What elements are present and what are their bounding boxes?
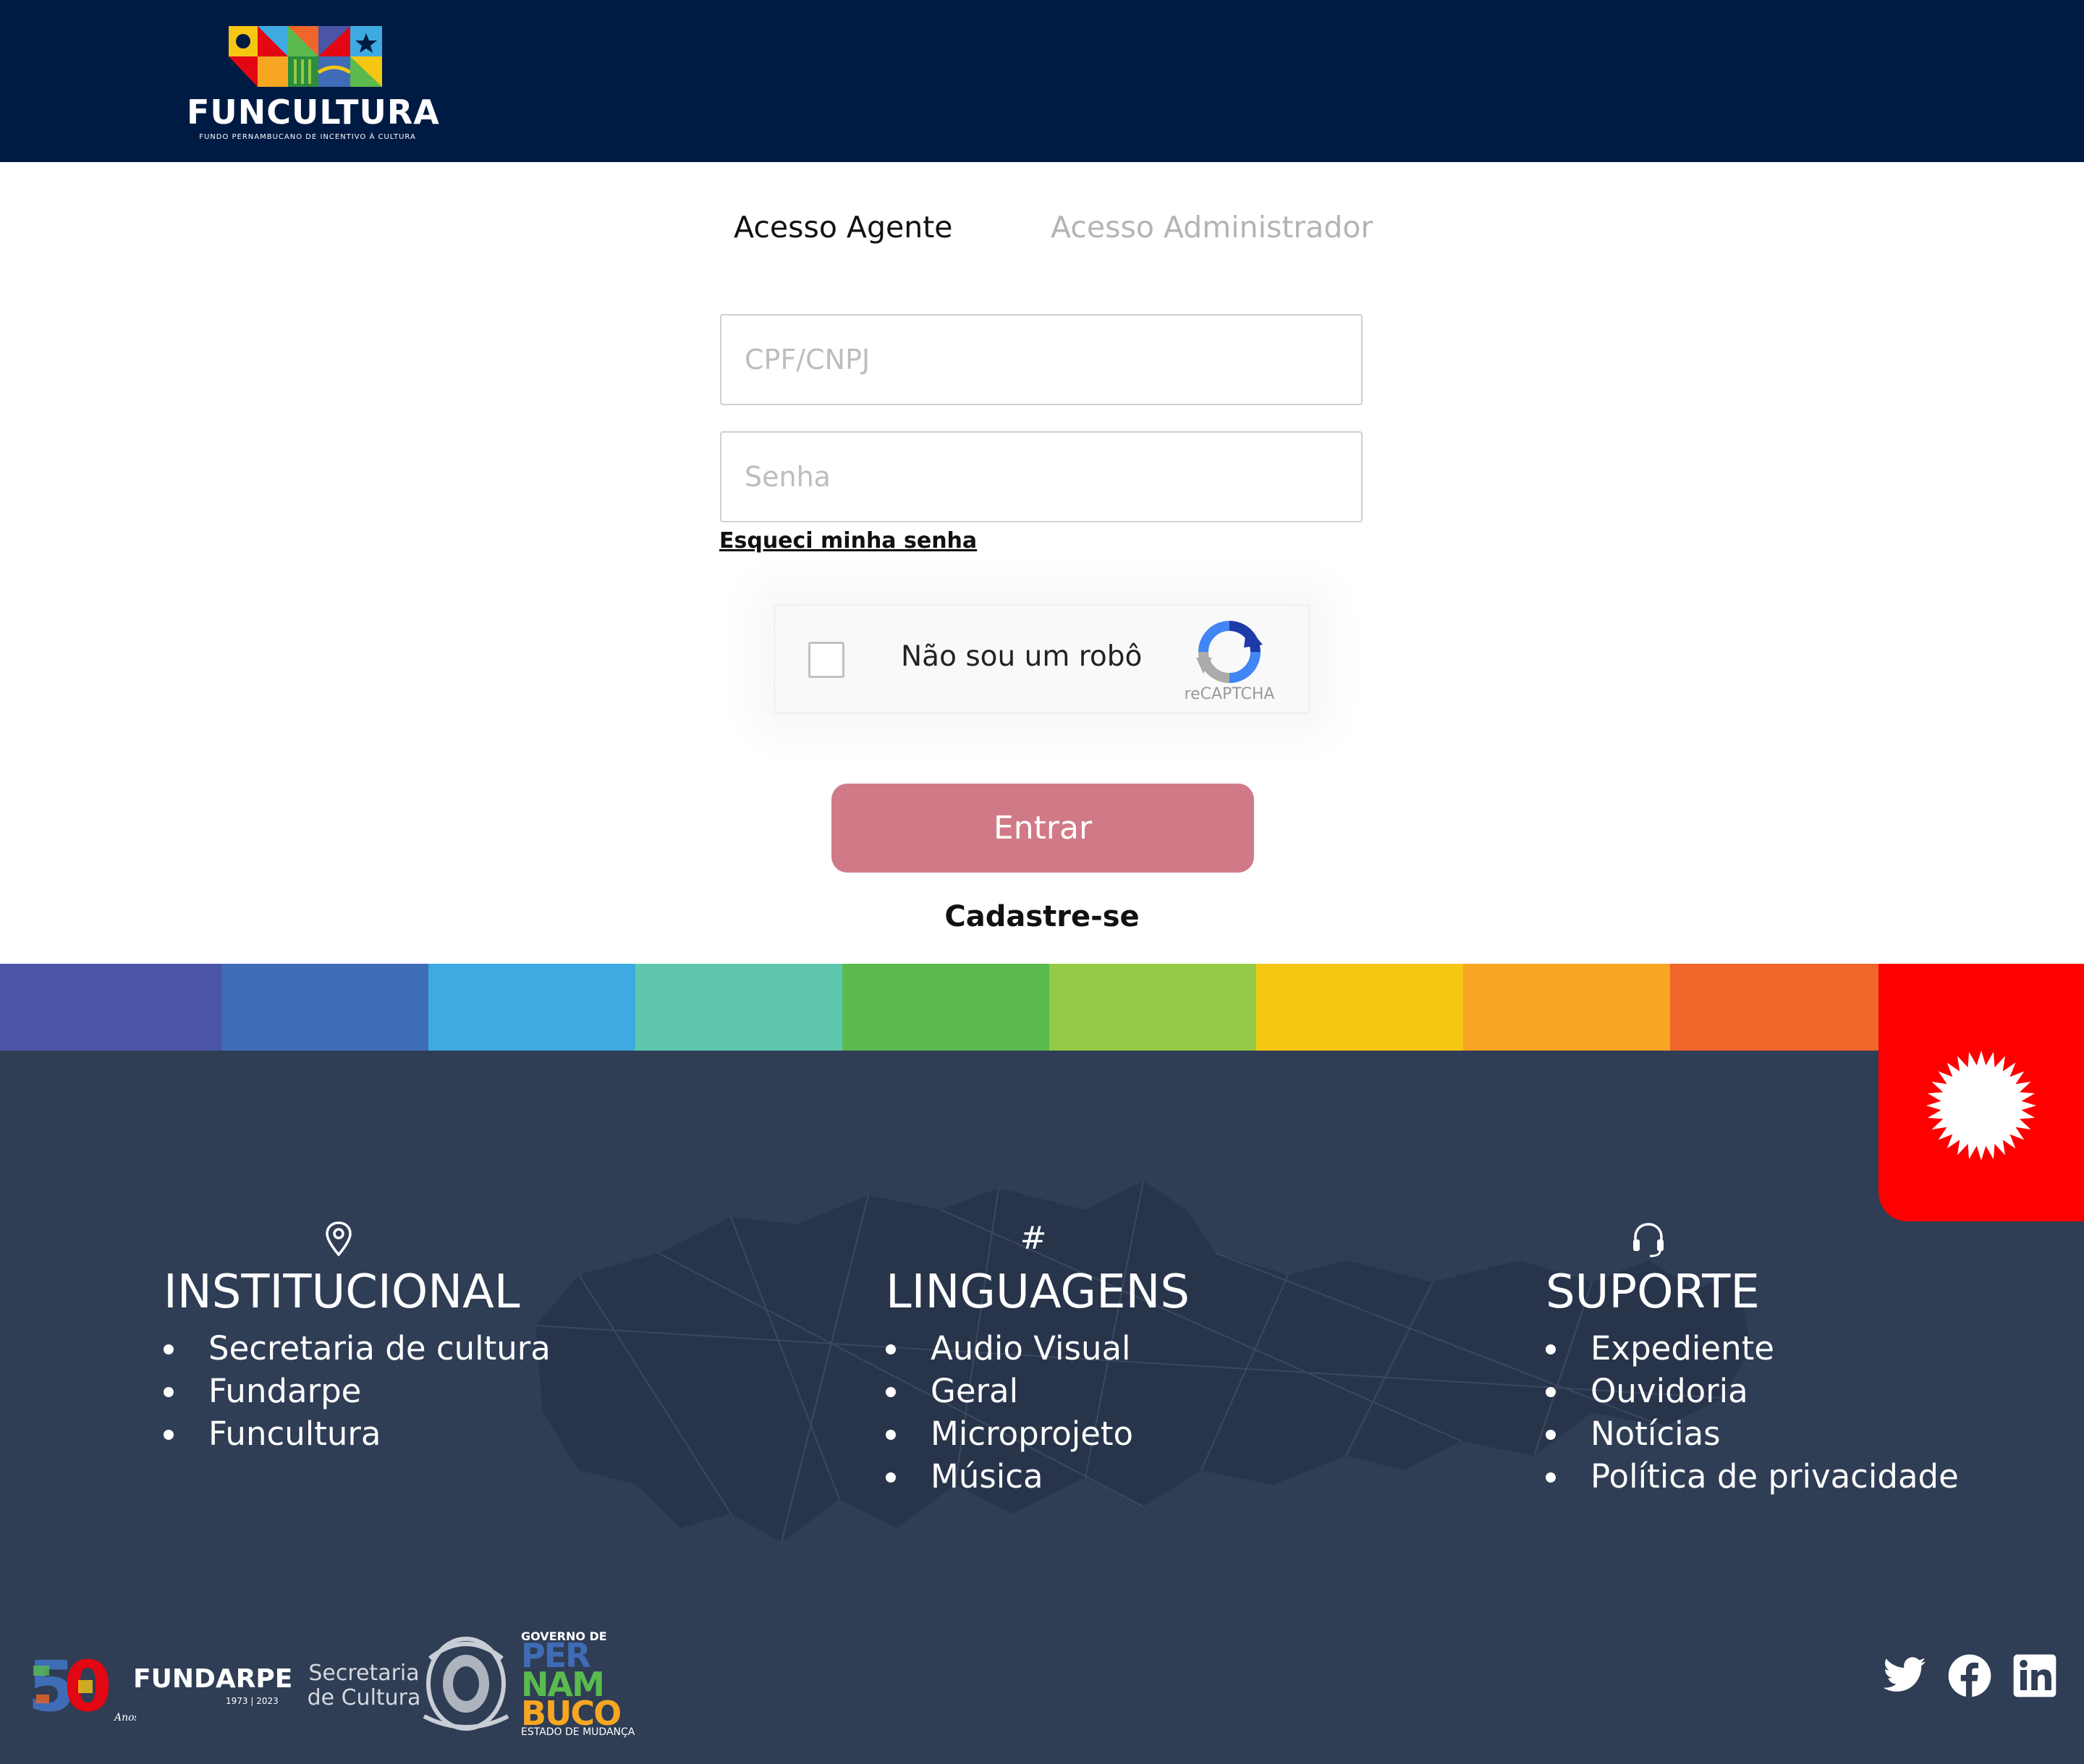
site-footer: INSTITUCIONAL Secretaria de cultura Fund… — [0, 1051, 2084, 1764]
rainbow-block — [1256, 964, 1463, 1051]
gov-buco-text: BUCO — [521, 1694, 622, 1733]
footer-link-noticias[interactable]: Notícias — [1546, 1412, 1959, 1455]
pernambuco-seal-icon — [423, 1637, 509, 1731]
footer-link-fundarpe[interactable]: Fundarpe — [164, 1370, 551, 1412]
senha-input[interactable] — [720, 431, 1363, 522]
fundarpe-years: 1973 | 2023 — [226, 1696, 279, 1706]
linguagens-list: Audio Visual Geral Microprojeto Música — [886, 1327, 1133, 1498]
rainbow-block — [428, 964, 635, 1051]
rainbow-block — [1670, 964, 1881, 1051]
cadastre-se-link[interactable]: Cadastre-se — [897, 900, 1187, 933]
linkedin-icon[interactable] — [2012, 1653, 2058, 1699]
suporte-list: Expediente Ouvidoria Notícias Política d… — [1546, 1327, 1959, 1498]
forgot-password-link[interactable]: Esqueci minha senha — [719, 528, 977, 554]
governo-pernambuco-logo: GOVERNO DE PER NAM BUCO ESTADO DE MUDANÇ… — [521, 1629, 658, 1738]
gov-state-text: ESTADO DE MUDANÇA — [521, 1726, 635, 1738]
footer-link-audio-visual[interactable]: Audio Visual — [886, 1327, 1133, 1370]
footer-link-musica[interactable]: Música — [886, 1455, 1133, 1498]
fundarpe-logo-text: FUNDARPE — [133, 1664, 293, 1694]
hash-icon: # — [1020, 1220, 1047, 1257]
recaptcha-icon — [1196, 621, 1263, 683]
headset-icon — [1627, 1218, 1670, 1259]
tab-acesso-administrador[interactable]: Acesso Administrador — [1051, 205, 1373, 249]
suporte-title: SUPORTE — [1546, 1265, 1760, 1319]
rainbow-block — [1049, 964, 1256, 1051]
institucional-list: Secretaria de cultura Fundarpe Funcultur… — [164, 1327, 551, 1455]
rainbow-block — [842, 964, 1049, 1051]
footer-link-geral[interactable]: Geral — [886, 1370, 1133, 1412]
sun-badge — [1878, 964, 2084, 1221]
institucional-title: INSTITUCIONAL — [164, 1265, 520, 1319]
rainbow-strip — [0, 964, 1881, 1051]
sun-icon — [1926, 1051, 2036, 1161]
linguagens-title: LINGUAGENS — [886, 1265, 1190, 1319]
cpf-cnpj-input[interactable] — [720, 314, 1363, 405]
facebook-icon[interactable] — [1947, 1653, 1993, 1699]
logo-wordmark: FUNCULTURA — [187, 93, 440, 132]
rainbow-block — [221, 964, 428, 1051]
rainbow-block — [635, 964, 842, 1051]
footer-link-expediente[interactable]: Expediente — [1546, 1327, 1959, 1370]
tab-acesso-agente[interactable]: Acesso Agente — [734, 205, 953, 249]
fundarpe-anos-text: Anos — [113, 1712, 136, 1723]
funcultura-logo-icon — [229, 26, 382, 87]
funcultura-logo[interactable]: FUNCULTURA FUNDO PERNAMBUCANO DE INCENTI… — [187, 26, 440, 145]
recaptcha-widget: Não sou um robô reCAPTCHA — [774, 605, 1310, 713]
footer-link-secretaria[interactable]: Secretaria de cultura — [164, 1327, 551, 1370]
footer-link-microprojeto[interactable]: Microprojeto — [886, 1412, 1133, 1455]
recaptcha-checkbox[interactable] — [808, 642, 844, 678]
map-pin-icon — [317, 1218, 360, 1259]
recaptcha-label: Não sou um robô — [901, 640, 1143, 673]
footer-link-funcultura[interactable]: Funcultura — [164, 1412, 551, 1455]
fundarpe-50-anos-logo: 5 0 Anos — [27, 1651, 136, 1723]
recaptcha-brand: reCAPTCHA — [1184, 685, 1275, 703]
footer-link-politica-privacidade[interactable]: Política de privacidade — [1546, 1455, 1959, 1498]
site-header: FUNCULTURA FUNDO PERNAMBUCANO DE INCENTI… — [0, 0, 2084, 162]
footer-link-ouvidoria[interactable]: Ouvidoria — [1546, 1370, 1959, 1412]
entrar-button[interactable]: Entrar — [831, 784, 1254, 873]
logo-subtitle: FUNDO PERNAMBUCANO DE INCENTIVO À CULTUR… — [199, 133, 416, 141]
twitter-icon[interactable] — [1881, 1653, 1928, 1699]
secretaria-cultura-logo-text: Secretaria de Cultura — [307, 1661, 421, 1710]
rainbow-block — [1463, 964, 1670, 1051]
rainbow-block — [0, 964, 221, 1051]
